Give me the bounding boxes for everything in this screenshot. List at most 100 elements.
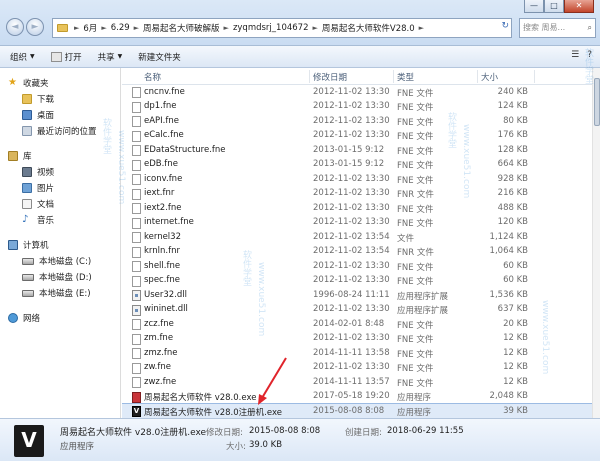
breadcrumb-item[interactable]: zyqmdsrj_104672 <box>233 23 309 33</box>
file-row[interactable]: zmz.fne 2014-11-11 13:58 FNE 文件 12 KB <box>122 346 592 361</box>
file-name: iext.fnr <box>144 188 175 198</box>
breadcrumb-item[interactable]: 周易起名大师破解版 <box>143 22 220 34</box>
help-icon[interactable]: ? <box>587 50 592 60</box>
sidebar-item-videos[interactable]: 视频 <box>0 164 120 180</box>
file-size: 60 KB <box>503 275 528 285</box>
breadcrumb-item[interactable]: 6月 <box>83 22 97 34</box>
column-header-type[interactable]: 类型 <box>397 71 414 83</box>
file-row[interactable]: iext.fnr 2012-11-02 13:30 FNR 文件 216 KB <box>122 187 592 202</box>
file-row[interactable]: iconv.fne 2012-11-02 13:30 FNE 文件 928 KB <box>122 172 592 187</box>
forward-button[interactable]: ► <box>26 18 44 36</box>
details-size-value: 39.0 KB <box>249 440 283 450</box>
file-row[interactable]: internet.fne 2012-11-02 13:30 FNE 文件 120 KB <box>122 216 592 231</box>
column-divider[interactable] <box>477 70 478 83</box>
file-row[interactable]: User32.dll 1996-08-24 11:11 应用程序扩展 1,536 KB <box>122 288 592 303</box>
minimize-button[interactable]: — <box>524 0 544 13</box>
sidebar-item-label: 桌面 <box>37 111 55 121</box>
file-row[interactable]: EDataStructure.fne 2013-01-15 9:12 FNE 文件 1… <box>122 143 592 158</box>
library-icon <box>8 151 18 161</box>
sidebar-item-label: 本地磁盘 (D:) <box>39 273 92 283</box>
file-row[interactable]: zm.fne 2012-11-02 13:30 FNE 文件 12 KB <box>122 332 592 347</box>
file-row[interactable]: kernel32 2012-11-02 13:54 文件 1,124 KB <box>122 230 592 245</box>
file-row[interactable]: dp1.fne 2012-11-02 13:30 FNE 文件 124 KB <box>122 100 592 115</box>
sidebar-item-label: 最近访问的位置 <box>37 127 97 137</box>
sidebar-item-disk-e[interactable]: 本地磁盘 (E:) <box>0 285 120 301</box>
sidebar-item-desktop[interactable]: 桌面 <box>0 107 120 123</box>
sidebar-item-computer[interactable]: 计算机 <box>0 237 120 253</box>
file-row[interactable]: shell.fne 2012-11-02 13:30 FNE 文件 60 KB <box>122 259 592 274</box>
sidebar-item-label: 网络 <box>23 314 41 324</box>
file-row[interactable]: eCalc.fne 2012-11-02 13:30 FNE 文件 176 KB <box>122 129 592 144</box>
column-divider[interactable] <box>309 70 310 83</box>
column-header-name[interactable]: 名称 <box>144 71 161 83</box>
vertical-scrollbar[interactable] <box>592 68 600 418</box>
video-icon <box>22 167 32 177</box>
folder-icon <box>57 24 68 32</box>
file-size: 120 KB <box>497 217 528 227</box>
file-row[interactable]: V 周易起名大师软件 v28.0注册机.exe 2015-08-08 8:08 应用程… <box>122 403 593 418</box>
file-row[interactable]: cncnv.fne 2012-11-02 13:30 FNE 文件 240 KB <box>122 85 592 100</box>
file-row[interactable]: zwz.fne 2014-11-11 13:57 FNE 文件 12 KB <box>122 375 592 390</box>
column-divider[interactable] <box>393 70 394 83</box>
sidebar-item-disk-d[interactable]: 本地磁盘 (D:) <box>0 269 120 285</box>
sidebar-item-downloads[interactable]: 下载 <box>0 91 120 107</box>
close-button[interactable]: ✕ <box>564 0 594 13</box>
sidebar-item-network[interactable]: 网络 <box>0 310 120 326</box>
sidebar-item-pictures[interactable]: 图片 <box>0 180 120 196</box>
file-size: 60 KB <box>503 260 528 271</box>
sidebar-item-music[interactable]: ♪ 音乐 <box>0 212 120 228</box>
file-size: 128 KB <box>497 144 528 155</box>
file-row[interactable]: krnln.fnr 2012-11-02 13:54 FNR 文件 1,064 KB <box>122 245 592 260</box>
file-row[interactable]: wininet.dll 2012-11-02 13:30 应用程序扩展 637 KB <box>122 303 592 318</box>
file-row[interactable]: eAPI.fne 2012-11-02 13:30 FNE 文件 80 KB <box>122 114 592 129</box>
open-button[interactable]: 打开 <box>50 51 82 63</box>
address-bar[interactable]: ► 6月 ► 6.29 ► 周易起名大师破解版 ► zyqmdsrj_10467… <box>52 18 512 38</box>
network-icon <box>8 313 18 323</box>
title-bar: — □ ✕ ◄ ► ► 6月 ► 6.29 ► 周易起名大师破解版 ► zyqm… <box>0 0 600 46</box>
file-row[interactable]: zcz.fne 2014-02-01 8:48 FNE 文件 20 KB <box>122 317 592 332</box>
file-date: 2012-11-02 13:54 <box>313 246 390 256</box>
share-menu[interactable]: 共享 ▼ <box>98 51 123 63</box>
file-row[interactable]: eDB.fne 2013-01-15 9:12 FNE 文件 664 KB <box>122 158 592 173</box>
command-toolbar: 组织 ▼ 打开 共享 ▼ 新建文件夹 ☰ ? <box>0 46 600 68</box>
file-icon <box>132 275 141 287</box>
sidebar-item-favorites[interactable]: ★ 收藏夹 <box>0 75 120 91</box>
sidebar-item-libraries[interactable]: 库 <box>0 148 120 164</box>
column-header-date[interactable]: 修改日期 <box>313 71 347 83</box>
file-name: shell.fne <box>144 260 181 271</box>
file-icon <box>132 246 141 258</box>
sidebar-item-documents[interactable]: 文档 <box>0 196 120 212</box>
maximize-button[interactable]: □ <box>544 0 564 13</box>
sidebar-item-disk-c[interactable]: 本地磁盘 (C:) <box>0 253 120 269</box>
organize-menu[interactable]: 组织 ▼ <box>10 51 35 63</box>
sidebar-item-recent[interactable]: 最近访问的位置 <box>0 123 120 139</box>
file-row[interactable]: 周易起名大师软件 v28.0.exe 2017-05-18 19:20 应用程序 2,… <box>122 390 592 405</box>
view-options-icon[interactable]: ☰ <box>571 50 579 60</box>
search-icon[interactable]: ⌕ <box>588 19 592 37</box>
file-date: 2012-11-02 13:30 <box>313 202 390 213</box>
breadcrumb-item[interactable]: 6.29 <box>111 23 130 33</box>
sidebar-item-label: 库 <box>23 152 32 162</box>
details-file-name: 周易起名大师软件 v28.0注册机.exe <box>60 428 207 438</box>
file-row[interactable]: iext2.fne 2012-11-02 13:30 FNE 文件 488 KB <box>122 201 592 216</box>
search-input[interactable]: 搜索 周易... ⌕ <box>519 18 596 38</box>
file-name: spec.fne <box>144 275 181 285</box>
new-folder-button[interactable]: 新建文件夹 <box>138 51 181 63</box>
search-placeholder: 搜索 周易... <box>523 23 566 32</box>
column-header-size[interactable]: 大小 <box>481 71 498 83</box>
sidebar-item-label: 文档 <box>37 200 55 210</box>
file-date: 2013-01-15 9:12 <box>313 159 385 169</box>
computer-icon <box>8 240 18 250</box>
column-header: 名称 ^ 修改日期 类型 大小 <box>122 68 600 85</box>
breadcrumb-item[interactable]: 周易起名大师软件V28.0 <box>322 22 415 34</box>
refresh-icon[interactable]: ↻ <box>501 21 509 31</box>
back-button[interactable]: ◄ <box>6 18 24 36</box>
file-row[interactable]: zw.fne 2012-11-02 13:30 FNE 文件 12 KB <box>122 361 592 376</box>
sort-ascending-icon: ^ <box>262 68 268 73</box>
file-size: 216 KB <box>497 188 528 198</box>
file-size: 928 KB <box>497 173 528 184</box>
column-divider[interactable] <box>534 70 535 83</box>
file-row[interactable]: spec.fne 2012-11-02 13:30 FNE 文件 60 KB <box>122 274 592 289</box>
scrollbar-thumb[interactable] <box>594 78 600 126</box>
file-name: wininet.dll <box>144 304 188 314</box>
